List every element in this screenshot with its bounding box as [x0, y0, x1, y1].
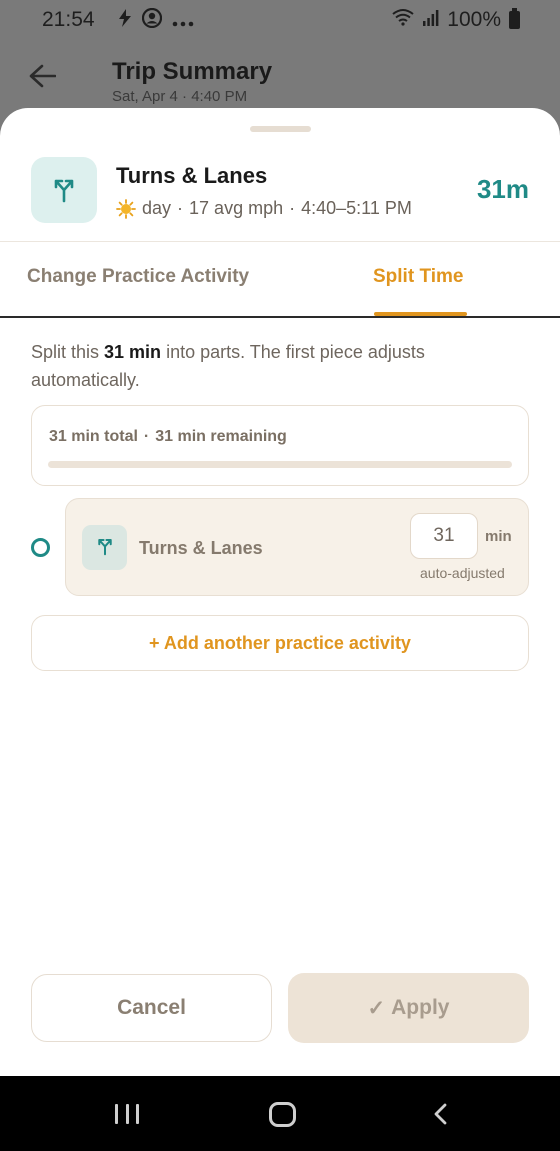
sheet-tabs: Change Practice Activity Split Time [0, 242, 560, 318]
apply-button[interactable]: ✓ Apply [288, 973, 529, 1043]
piece-minutes-input[interactable] [410, 513, 478, 559]
piece-radio-button[interactable] [31, 538, 50, 557]
tabs-divider [0, 316, 560, 318]
activity-icon-tile [31, 157, 97, 223]
activity-title: Turns & Lanes [116, 163, 268, 188]
piece-activity-name: Turns & Lanes [139, 538, 263, 558]
intro-duration: 31 min [104, 342, 162, 362]
split-summary-text: 31 min total · 31 min remaining [49, 428, 287, 446]
meta-separator: · [289, 198, 296, 218]
allocation-progress-bar [48, 461, 512, 468]
tab-change-practice-activity[interactable]: Change Practice Activity [27, 266, 249, 288]
cancel-button[interactable]: Cancel [31, 974, 272, 1042]
account-icon [141, 7, 163, 34]
battery-icon [509, 8, 520, 29]
total-minutes: 31 min total [49, 428, 138, 445]
background-page-title: Trip Summary [112, 58, 273, 85]
piece-minutes-unit: min [485, 528, 512, 545]
turn-arrows-icon [95, 534, 115, 561]
summary-separator: · [143, 428, 150, 445]
checkmark-icon: ✓ [367, 996, 386, 1020]
add-practice-activity-button[interactable]: + Add another practice activity [31, 615, 529, 671]
meta-separator: · [177, 198, 184, 218]
system-nav-bar [0, 1076, 560, 1151]
status-time: 21:54 [42, 8, 95, 31]
wifi-icon [391, 8, 415, 32]
home-icon[interactable] [269, 1102, 296, 1127]
activity-duration: 31m [476, 174, 529, 204]
split-summary-card: 31 min total · 31 min remaining [31, 405, 529, 486]
tab-split-time[interactable]: Split Time [373, 266, 463, 288]
signal-icon [423, 8, 439, 32]
activity-avg-speed: 17 avg mph [189, 198, 284, 218]
split-instructions: Split this 31 min into parts. The first … [31, 338, 511, 394]
split-piece-card: Turns & Lanes min auto-adjusted [65, 498, 529, 596]
more-notifications-icon [172, 9, 194, 33]
recents-icon[interactable] [115, 1104, 139, 1124]
activity-meta: day · 17 avg mph · 4:40–5:11 PM [116, 198, 412, 219]
split-time-sheet: Turns & Lanes day · 17 avg mph · 4:40–5:… [0, 108, 560, 1076]
background-page-subtitle: Sat, Apr 4 · 4:40 PM [112, 88, 248, 105]
piece-auto-adjusted-note: auto-adjusted [420, 565, 505, 581]
activity-time-range: 4:40–5:11 PM [301, 198, 412, 218]
status-bar: 21:54 100% [0, 0, 560, 40]
nav-back-icon[interactable] [430, 1103, 452, 1125]
status-notification-icons [118, 7, 194, 34]
battery-percent: 100% [447, 8, 501, 31]
piece-icon-tile [82, 525, 127, 570]
turn-arrows-icon [50, 173, 78, 208]
sun-icon [116, 198, 136, 219]
remaining-minutes: 31 min remaining [155, 428, 287, 445]
intro-prefix: Split this [31, 342, 105, 362]
sheet-drag-handle[interactable] [250, 126, 311, 132]
apply-label: Apply [391, 996, 450, 1019]
back-arrow-icon[interactable] [28, 62, 57, 96]
flash-icon [118, 9, 132, 33]
status-system-icons: 100% [391, 8, 520, 32]
activity-condition: day [142, 198, 172, 218]
